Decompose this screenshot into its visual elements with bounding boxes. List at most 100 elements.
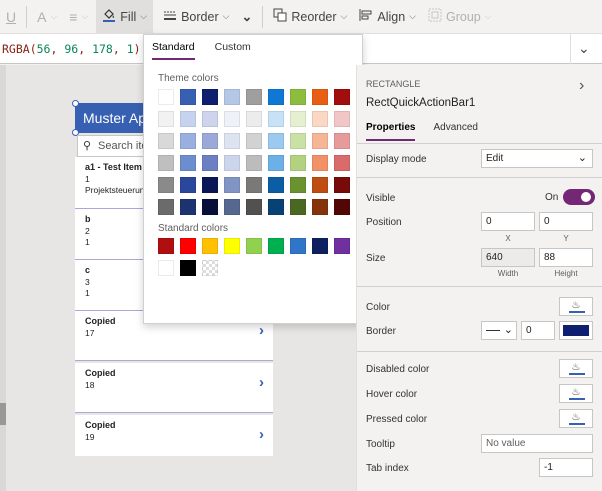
color-swatch[interactable]	[290, 155, 306, 171]
color-swatch[interactable]	[290, 199, 306, 215]
more-chevron-button[interactable]: ⌄	[235, 0, 258, 34]
color-swatch[interactable]	[224, 177, 240, 193]
visible-toggle[interactable]	[563, 189, 595, 205]
reorder-button[interactable]: Reorder ⌵	[267, 0, 353, 34]
tooltip-input[interactable]: No value	[481, 434, 593, 453]
color-swatch[interactable]	[158, 199, 174, 215]
size-width-input[interactable]: 640	[481, 248, 535, 267]
color-swatch[interactable]	[202, 89, 218, 105]
color-swatch[interactable]	[268, 177, 284, 193]
tab-index-input[interactable]: -1	[539, 458, 593, 477]
pressed-color-button[interactable]: ♨	[559, 409, 593, 428]
display-mode-select[interactable]: Edit ⌄	[481, 149, 593, 168]
color-swatch[interactable]	[158, 177, 174, 193]
border-width-input[interactable]: 0	[521, 321, 555, 340]
position-y-input[interactable]: 0	[539, 212, 593, 231]
color-swatch[interactable]	[202, 111, 218, 127]
formula-text[interactable]: RGBA(56, 96, 178, 1)	[2, 42, 141, 56]
list-item[interactable]: Copied 18 ›	[75, 363, 273, 413]
group-button[interactable]: Group ⌵	[422, 0, 498, 34]
color-swatch[interactable]	[180, 133, 196, 149]
color-swatch[interactable]	[268, 199, 284, 215]
color-swatch[interactable]	[312, 238, 328, 254]
color-swatch[interactable]	[158, 238, 174, 254]
color-swatch[interactable]	[224, 133, 240, 149]
color-swatch[interactable]	[180, 260, 196, 276]
color-swatch[interactable]	[202, 155, 218, 171]
color-swatch[interactable]	[312, 177, 328, 193]
color-swatch[interactable]	[202, 177, 218, 193]
color-swatch[interactable]	[246, 111, 262, 127]
align-button[interactable]: Align ⌵	[353, 0, 422, 34]
size-height-input[interactable]: 88	[539, 248, 593, 267]
text-align-button[interactable]: ≡ ⌵	[63, 0, 94, 34]
color-swatch[interactable]	[312, 155, 328, 171]
transparent-swatch[interactable]	[202, 260, 218, 276]
hover-color-button[interactable]: ♨	[559, 384, 593, 403]
selection-handle[interactable]	[72, 100, 79, 107]
color-swatch[interactable]	[334, 238, 350, 254]
color-swatch[interactable]	[290, 133, 306, 149]
color-swatch[interactable]	[180, 199, 196, 215]
color-swatch[interactable]	[312, 133, 328, 149]
color-swatch[interactable]	[180, 111, 196, 127]
color-swatch[interactable]	[224, 89, 240, 105]
color-swatch[interactable]	[158, 260, 174, 276]
border-button[interactable]: Border ⌵	[157, 0, 235, 34]
color-swatch[interactable]	[224, 111, 240, 127]
color-swatch[interactable]	[312, 111, 328, 127]
color-swatch[interactable]	[246, 199, 262, 215]
color-swatch[interactable]	[202, 199, 218, 215]
color-swatch[interactable]	[158, 111, 174, 127]
color-swatch[interactable]	[224, 155, 240, 171]
disabled-color-button[interactable]: ♨	[559, 359, 593, 378]
color-swatch[interactable]	[268, 89, 284, 105]
tab-properties[interactable]: Properties	[366, 122, 416, 141]
tab-custom[interactable]: Custom	[215, 41, 251, 60]
color-picker-button[interactable]: ♨	[559, 297, 593, 316]
color-swatch[interactable]	[290, 89, 306, 105]
color-swatch[interactable]	[180, 89, 196, 105]
fill-button[interactable]: Fill ⌵	[96, 0, 154, 34]
color-swatch[interactable]	[180, 177, 196, 193]
color-swatch[interactable]	[158, 155, 174, 171]
color-swatch[interactable]	[202, 238, 218, 254]
color-swatch[interactable]	[246, 133, 262, 149]
scroll-handle[interactable]	[0, 403, 6, 425]
color-swatch[interactable]	[290, 177, 306, 193]
chevron-right-icon[interactable]: ›	[259, 427, 264, 442]
color-swatch[interactable]	[312, 199, 328, 215]
color-swatch[interactable]	[268, 133, 284, 149]
position-x-input[interactable]: 0	[481, 212, 535, 231]
color-swatch[interactable]	[224, 238, 240, 254]
color-swatch[interactable]	[290, 238, 306, 254]
chevron-right-icon[interactable]: ›	[259, 375, 264, 390]
border-color-button[interactable]	[559, 321, 593, 340]
color-swatch[interactable]	[334, 177, 350, 193]
tab-advanced[interactable]: Advanced	[433, 122, 477, 141]
color-swatch[interactable]	[246, 238, 262, 254]
color-swatch[interactable]	[224, 199, 240, 215]
color-swatch[interactable]	[312, 89, 328, 105]
tab-standard[interactable]: Standard	[152, 41, 195, 60]
color-swatch[interactable]	[334, 155, 350, 171]
color-swatch[interactable]	[246, 89, 262, 105]
color-swatch[interactable]	[202, 133, 218, 149]
color-swatch[interactable]	[158, 133, 174, 149]
color-swatch[interactable]	[180, 155, 196, 171]
color-swatch[interactable]	[158, 89, 174, 105]
color-swatch[interactable]	[334, 111, 350, 127]
list-item[interactable]: Copied 19 ›	[75, 415, 273, 456]
border-style-select[interactable]: ⌄	[481, 321, 517, 340]
color-swatch[interactable]	[334, 133, 350, 149]
chevron-right-icon[interactable]: ›	[259, 323, 264, 338]
color-swatch[interactable]	[180, 238, 196, 254]
color-swatch[interactable]	[290, 111, 306, 127]
color-swatch[interactable]	[334, 89, 350, 105]
chevron-right-icon[interactable]: ›	[579, 77, 584, 95]
color-swatch[interactable]	[334, 199, 350, 215]
font-size-button[interactable]: A ⌵	[31, 0, 63, 34]
underline-button[interactable]: U	[0, 0, 22, 34]
color-swatch[interactable]	[246, 155, 262, 171]
color-swatch[interactable]	[268, 238, 284, 254]
